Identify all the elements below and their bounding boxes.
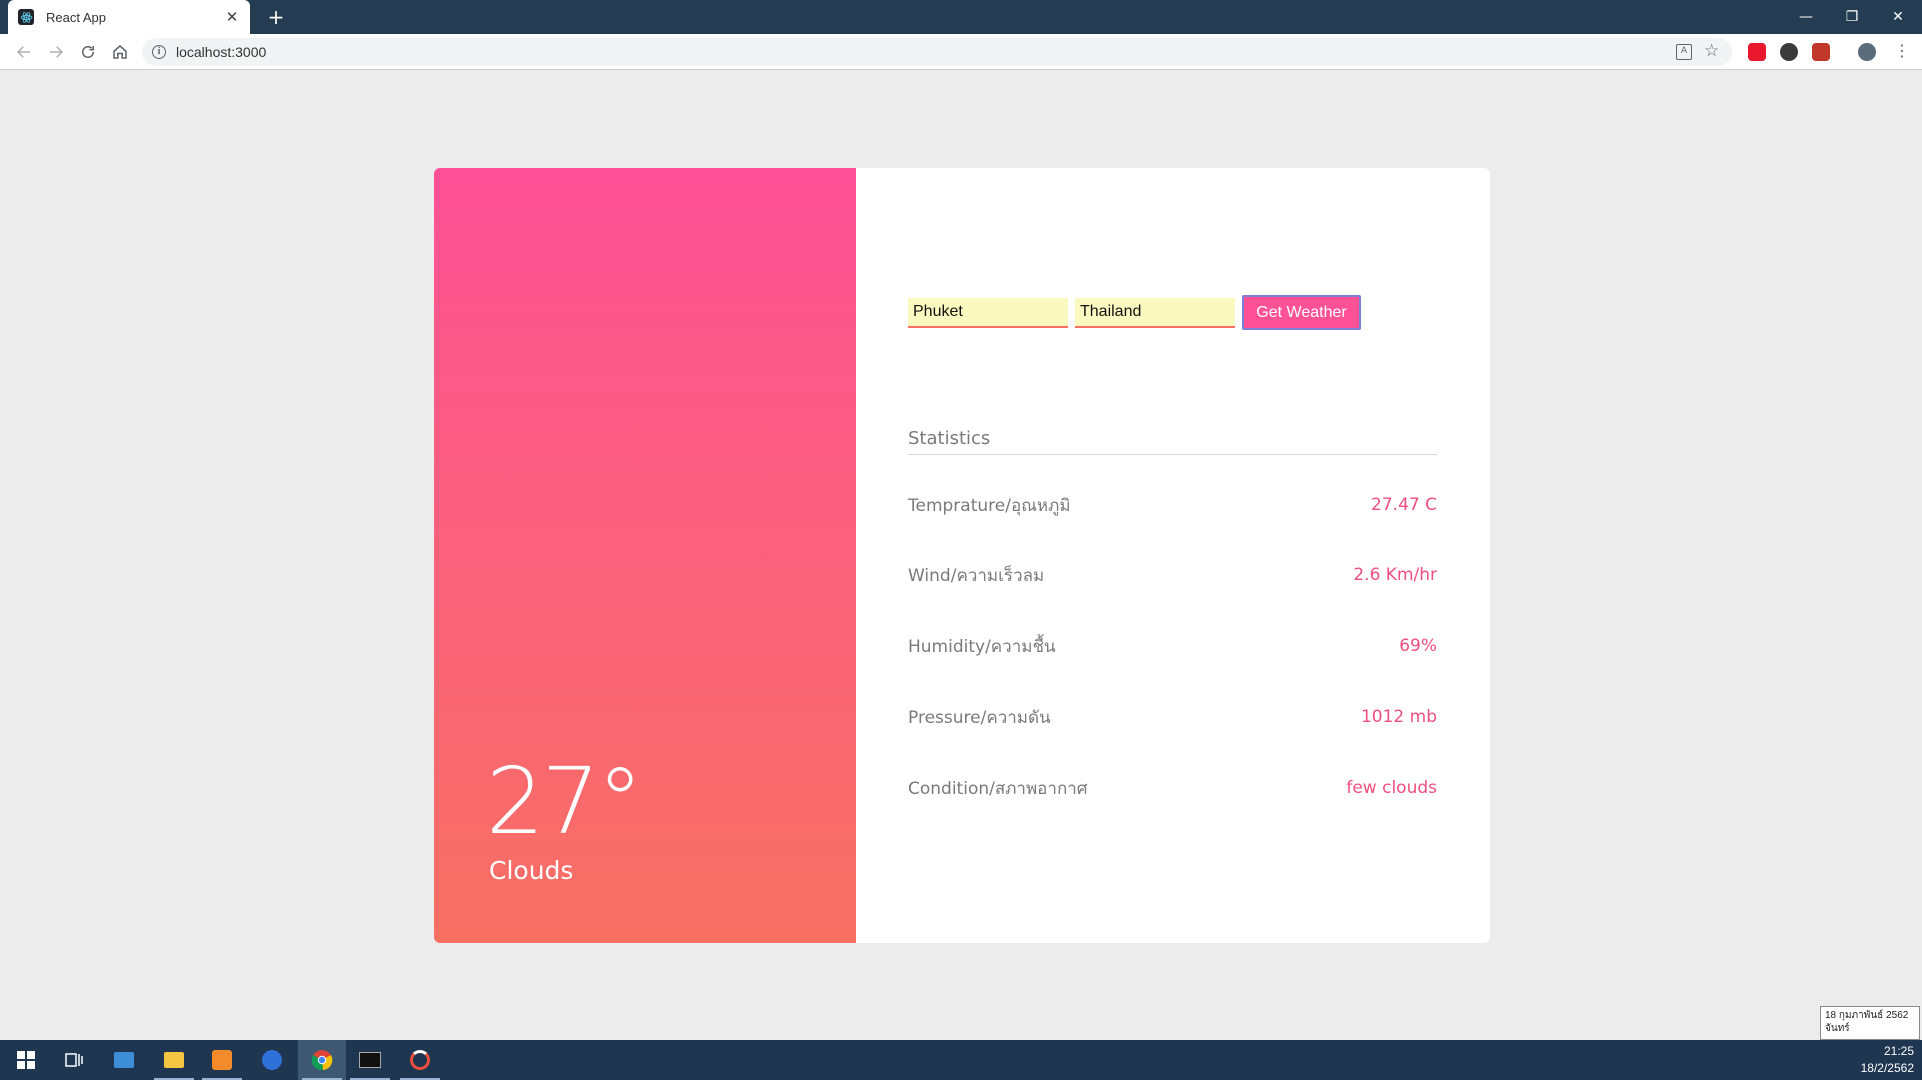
- react-icon: [18, 9, 34, 25]
- folder-icon: [164, 1052, 184, 1068]
- avatar[interactable]: [1858, 43, 1876, 61]
- extension-icon[interactable]: [1812, 43, 1830, 61]
- date-tooltip: 18 กุมภาพันธ์ 2562 จันทร์: [1820, 1006, 1920, 1040]
- divider: [908, 454, 1437, 455]
- app-icon: [410, 1050, 430, 1070]
- weather-form-panel: Get Weather Statistics Temprature/อุณหภู…: [856, 168, 1490, 943]
- tab-title: React App: [46, 9, 106, 25]
- browser-tab[interactable]: React App ✕: [8, 0, 250, 34]
- stat-row-wind: Wind/ความเร็วลม 2.6 Km/hr: [908, 561, 1437, 589]
- windows-taskbar: 21:25 18/2/2562: [0, 1040, 1922, 1080]
- task-view-icon: [65, 1053, 83, 1067]
- chrome-icon: [311, 1050, 333, 1071]
- windows-logo-icon: [17, 1051, 35, 1069]
- statistics-title: Statistics: [908, 428, 991, 449]
- browser-toolbar: i localhost:3000 A ☆ ⋮: [0, 34, 1922, 70]
- new-tab-button[interactable]: +: [264, 5, 288, 29]
- info-icon[interactable]: i: [152, 45, 166, 59]
- stat-label: Pressure/ความดัน: [908, 707, 1051, 728]
- arrow-right-icon: [50, 46, 64, 58]
- country-input[interactable]: [1075, 298, 1235, 328]
- clock-date: 18/2/2562: [1860, 1061, 1914, 1075]
- stat-value: few clouds: [1346, 778, 1437, 798]
- temperature-display: 27°: [486, 748, 643, 855]
- taskbar-app[interactable]: [396, 1040, 444, 1080]
- taskbar-app[interactable]: [100, 1040, 148, 1080]
- forward-button[interactable]: [44, 40, 68, 64]
- taskbar-app[interactable]: [346, 1040, 394, 1080]
- stat-label: Humidity/ความชื้น: [908, 636, 1056, 657]
- stat-row-pressure: Pressure/ความดัน 1012 mb: [908, 703, 1437, 731]
- extension-icon[interactable]: [1748, 43, 1766, 61]
- app-icon: [262, 1050, 282, 1070]
- arrow-left-icon: [16, 46, 30, 58]
- back-button[interactable]: [12, 40, 36, 64]
- sublime-text-icon: [212, 1050, 232, 1070]
- stat-value: 27.47 C: [1371, 495, 1437, 515]
- task-view-button[interactable]: [50, 1040, 98, 1080]
- minimize-button[interactable]: —: [1786, 0, 1826, 34]
- restore-button[interactable]: ❐: [1832, 0, 1872, 34]
- stat-value: 2.6 Km/hr: [1353, 565, 1437, 585]
- get-weather-button[interactable]: Get Weather: [1242, 295, 1361, 330]
- tab-close-icon[interactable]: ✕: [224, 8, 240, 26]
- tooltip-day: จันทร์: [1825, 1023, 1850, 1034]
- stat-row-humidity: Humidity/ความชื้น 69%: [908, 632, 1437, 660]
- start-button[interactable]: [2, 1040, 50, 1080]
- home-icon: [113, 45, 127, 59]
- taskbar-app-chrome[interactable]: [298, 1040, 346, 1080]
- terminal-icon: [359, 1052, 381, 1068]
- stat-row-temperature: Temprature/อุณหภูมิ 27.47 C: [908, 491, 1437, 519]
- stat-value: 69%: [1399, 636, 1437, 656]
- browser-tab-bar: React App ✕ + — ❐ ✕: [0, 0, 1922, 34]
- mail-app-icon: [114, 1052, 134, 1068]
- taskbar-app[interactable]: [198, 1040, 246, 1080]
- reload-button[interactable]: [76, 40, 100, 64]
- close-window-button[interactable]: ✕: [1878, 0, 1918, 34]
- address-bar[interactable]: i localhost:3000 A ☆: [142, 38, 1732, 66]
- bookmark-star-icon[interactable]: ☆: [1704, 41, 1719, 61]
- tooltip-date: 18 กุมภาพันธ์ 2562: [1825, 1010, 1909, 1021]
- taskbar-app[interactable]: [150, 1040, 198, 1080]
- taskbar-app[interactable]: [248, 1040, 296, 1080]
- home-button[interactable]: [108, 40, 132, 64]
- menu-dots-icon[interactable]: ⋮: [1894, 41, 1910, 60]
- condition-display: Clouds: [489, 856, 574, 885]
- stat-label: Wind/ความเร็วลม: [908, 565, 1045, 586]
- reload-icon: [82, 46, 94, 58]
- translate-icon[interactable]: A: [1676, 44, 1692, 60]
- extension-icon[interactable]: [1780, 43, 1798, 61]
- url-text[interactable]: localhost:3000: [176, 44, 266, 60]
- city-input[interactable]: [908, 298, 1068, 328]
- stat-value: 1012 mb: [1360, 707, 1437, 727]
- weather-card: 27° Clouds Get Weather Statistics Tempra…: [434, 168, 1490, 943]
- stat-row-condition: Condition/สภาพอากาศ few clouds: [908, 774, 1437, 802]
- stat-label: Temprature/อุณหภูมิ: [908, 495, 1071, 516]
- weather-summary-panel: 27° Clouds: [434, 168, 856, 943]
- stat-label: Condition/สภาพอากาศ: [908, 778, 1088, 799]
- clock-time: 21:25: [1883, 1044, 1914, 1058]
- system-clock[interactable]: 21:25 18/2/2562: [1861, 1043, 1914, 1077]
